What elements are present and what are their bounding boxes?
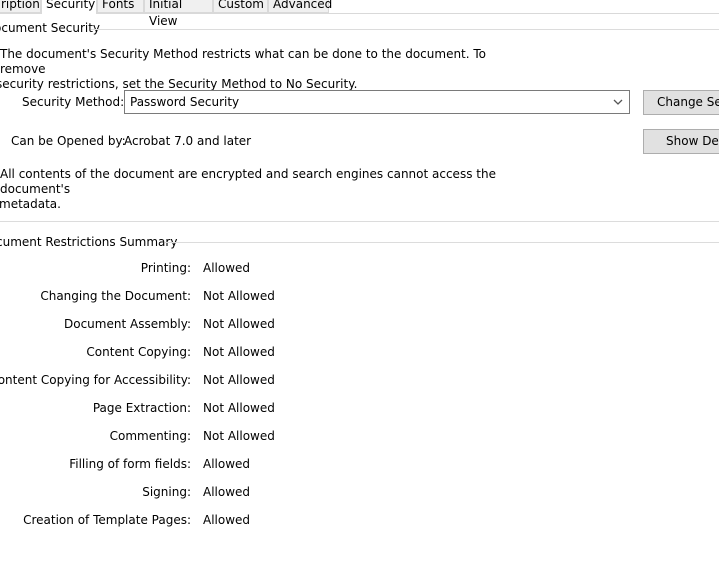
section-divider <box>0 221 719 222</box>
restriction-label: Creation of Template Pages: <box>23 513 191 527</box>
restriction-label: Document Assembly: <box>64 317 191 331</box>
security-description-line1: The document's Security Method restricts… <box>0 47 487 76</box>
security-method-value: Password Security <box>130 95 240 109</box>
document-security-title: ocument Security <box>0 21 101 35</box>
tab-initial-view[interactable]: Initial View <box>144 0 213 28</box>
section-divider <box>165 242 719 243</box>
encryption-note-line2: metadata. <box>0 197 61 211</box>
security-description: The document's Security Method restricts… <box>0 47 520 92</box>
restriction-value: Allowed <box>203 513 251 527</box>
restriction-value: Not Allowed <box>203 345 275 359</box>
restriction-label: Page Extraction: <box>92 401 191 415</box>
tab-fonts[interactable]: Fonts <box>97 0 144 13</box>
can-be-opened-value: Acrobat 7.0 and later <box>124 134 252 148</box>
restriction-label: Printing: <box>140 261 191 275</box>
can-be-opened-label: Can be Opened by: <box>11 134 126 148</box>
restriction-value: Not Allowed <box>203 401 275 415</box>
tab-strip-border <box>0 13 719 14</box>
encryption-note: All contents of the document are encrypt… <box>0 167 520 212</box>
restrictions-summary-title: cument Restrictions Summary <box>0 235 178 249</box>
tab-description[interactable]: ription <box>0 0 41 13</box>
restriction-value: Not Allowed <box>203 429 275 443</box>
encryption-note-line1: All contents of the document are encrypt… <box>0 167 496 196</box>
tab-security[interactable]: Security <box>41 0 97 14</box>
tab-advanced[interactable]: Advanced <box>268 0 332 13</box>
security-method-label: Security Method: <box>22 95 125 109</box>
chevron-down-icon <box>613 99 623 105</box>
restriction-label: Changing the Document: <box>40 289 191 303</box>
restriction-value: Not Allowed <box>203 373 275 387</box>
restriction-value: Allowed <box>203 485 251 499</box>
tab-strip: ription Security Fonts Initial View Cust… <box>0 0 719 28</box>
restriction-value: Not Allowed <box>203 289 275 303</box>
restriction-label: Commenting: <box>109 429 191 443</box>
restriction-label: Signing: <box>142 485 191 499</box>
section-divider <box>91 29 719 30</box>
restriction-label: Content Copying: <box>86 345 191 359</box>
restriction-value: Not Allowed <box>203 317 275 331</box>
change-settings-button[interactable]: Change Settings... <box>643 90 719 115</box>
tab-custom[interactable]: Custom <box>213 0 268 13</box>
show-details-button[interactable]: Show Details... <box>643 129 719 154</box>
restriction-value: Allowed <box>203 457 251 471</box>
restriction-label: Filling of form fields: <box>69 457 191 471</box>
security-method-select[interactable]: Password Security <box>124 90 630 114</box>
restriction-value: Allowed <box>203 261 251 275</box>
restriction-label: Content Copying for Accessibility: <box>0 373 191 387</box>
